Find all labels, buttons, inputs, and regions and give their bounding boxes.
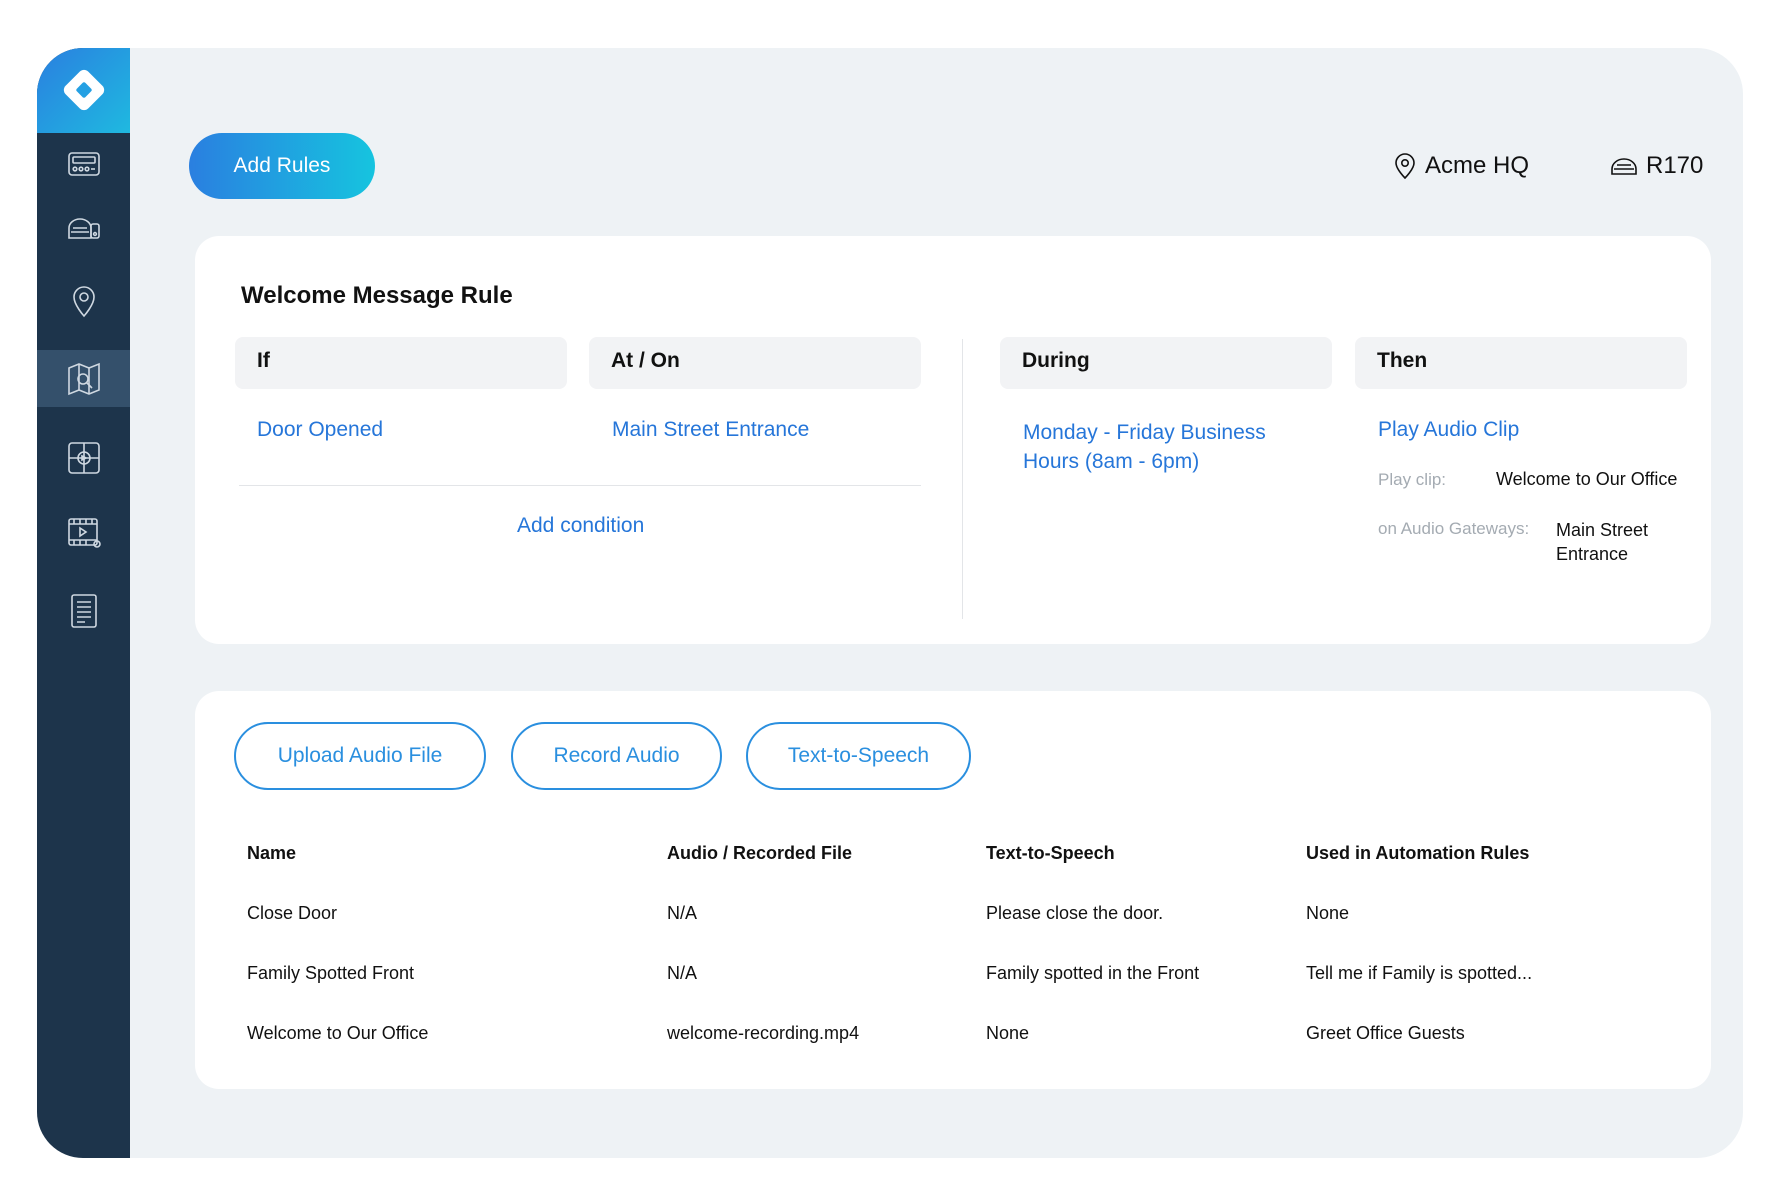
column-if: If — [235, 337, 567, 389]
column-header-tts: Text-to-Speech — [986, 843, 1115, 863]
column-header-name: Name — [247, 843, 297, 863]
if-trigger-link[interactable]: Door Opened — [257, 418, 383, 442]
cell-rules: None — [1306, 903, 1350, 923]
cell-name: Family Spotted Front — [247, 963, 415, 983]
device-name: R170 — [1646, 152, 1704, 179]
add-condition-link[interactable]: Add condition — [517, 514, 644, 538]
logo-icon — [61, 67, 107, 113]
gateways-line: Main Street — [1556, 520, 1649, 540]
column-during: During — [1000, 337, 1332, 389]
cell-file: N/A — [667, 903, 698, 923]
camera-icon[interactable] — [37, 429, 130, 486]
divider — [962, 339, 963, 619]
column-then: Then — [1355, 337, 1687, 389]
column-header-rules: Used in Automation Rules — [1306, 843, 1530, 863]
media-icon[interactable] — [37, 504, 130, 561]
location-name: Acme HQ — [1425, 152, 1530, 179]
cell-tts: Family spotted in the Front — [986, 963, 1200, 983]
column-at-on: At / On — [589, 337, 921, 389]
play-clip-label: Play clip: — [1378, 470, 1447, 489]
device-icon — [1611, 158, 1637, 175]
location-selector[interactable]: Acme HQ — [1393, 152, 1529, 180]
divider — [239, 485, 921, 486]
cell-file: welcome-recording.mp4 — [667, 1023, 860, 1043]
gateways-value: Main Street Entrance — [1556, 518, 1648, 566]
map-pin-icon — [1395, 153, 1415, 180]
text-to-speech-button[interactable]: Text-to-Speech — [746, 722, 971, 790]
cell-tts: None — [986, 1023, 1030, 1043]
gateways-line: Entrance — [1556, 544, 1629, 564]
dashboard-icon[interactable] — [37, 135, 130, 192]
cell-name: Welcome to Our Office — [247, 1023, 429, 1043]
cell-file: N/A — [667, 963, 698, 983]
device-selector[interactable]: R170 — [1610, 152, 1703, 180]
add-rules-button[interactable]: Add Rules — [189, 133, 375, 199]
schedule-line: Monday - Friday Business — [1023, 421, 1266, 444]
play-clip-value: Welcome to Our Office — [1496, 469, 1678, 489]
location-link[interactable]: Main Street Entrance — [612, 418, 809, 442]
cell-tts: Please close the door. — [986, 903, 1164, 923]
location-icon[interactable] — [37, 272, 130, 329]
column-header-file: Audio / Recorded File — [667, 843, 853, 863]
map-icon[interactable] — [37, 350, 130, 407]
rule-title: Welcome Message Rule — [241, 282, 513, 309]
document-icon[interactable] — [37, 582, 130, 639]
cell-name: Close Door — [247, 903, 338, 923]
rule-card: Welcome Message Rule If At / On During T… — [195, 236, 1711, 644]
devices-icon[interactable] — [37, 200, 130, 257]
audio-library-card: Upload Audio File Record Audio Text-to-S… — [195, 691, 1711, 1089]
cell-rules: Greet Office Guests — [1306, 1023, 1465, 1043]
gateways-label: on Audio Gateways: — [1378, 519, 1530, 538]
cell-rules: Tell me if Family is spotted... — [1306, 963, 1533, 983]
record-audio-button[interactable]: Record Audio — [511, 722, 722, 790]
app-window: Add Rules Acme HQ R170 Welcome Message R… — [37, 48, 1743, 1158]
upload-audio-button[interactable]: Upload Audio File — [234, 722, 486, 790]
action-link[interactable]: Play Audio Clip — [1378, 418, 1519, 442]
logo[interactable] — [37, 48, 130, 133]
schedule-link[interactable]: Monday - Friday Business Hours (8am - 6p… — [1023, 418, 1266, 476]
sidebar — [37, 48, 130, 1158]
schedule-line: Hours (8am - 6pm) — [1023, 450, 1200, 473]
